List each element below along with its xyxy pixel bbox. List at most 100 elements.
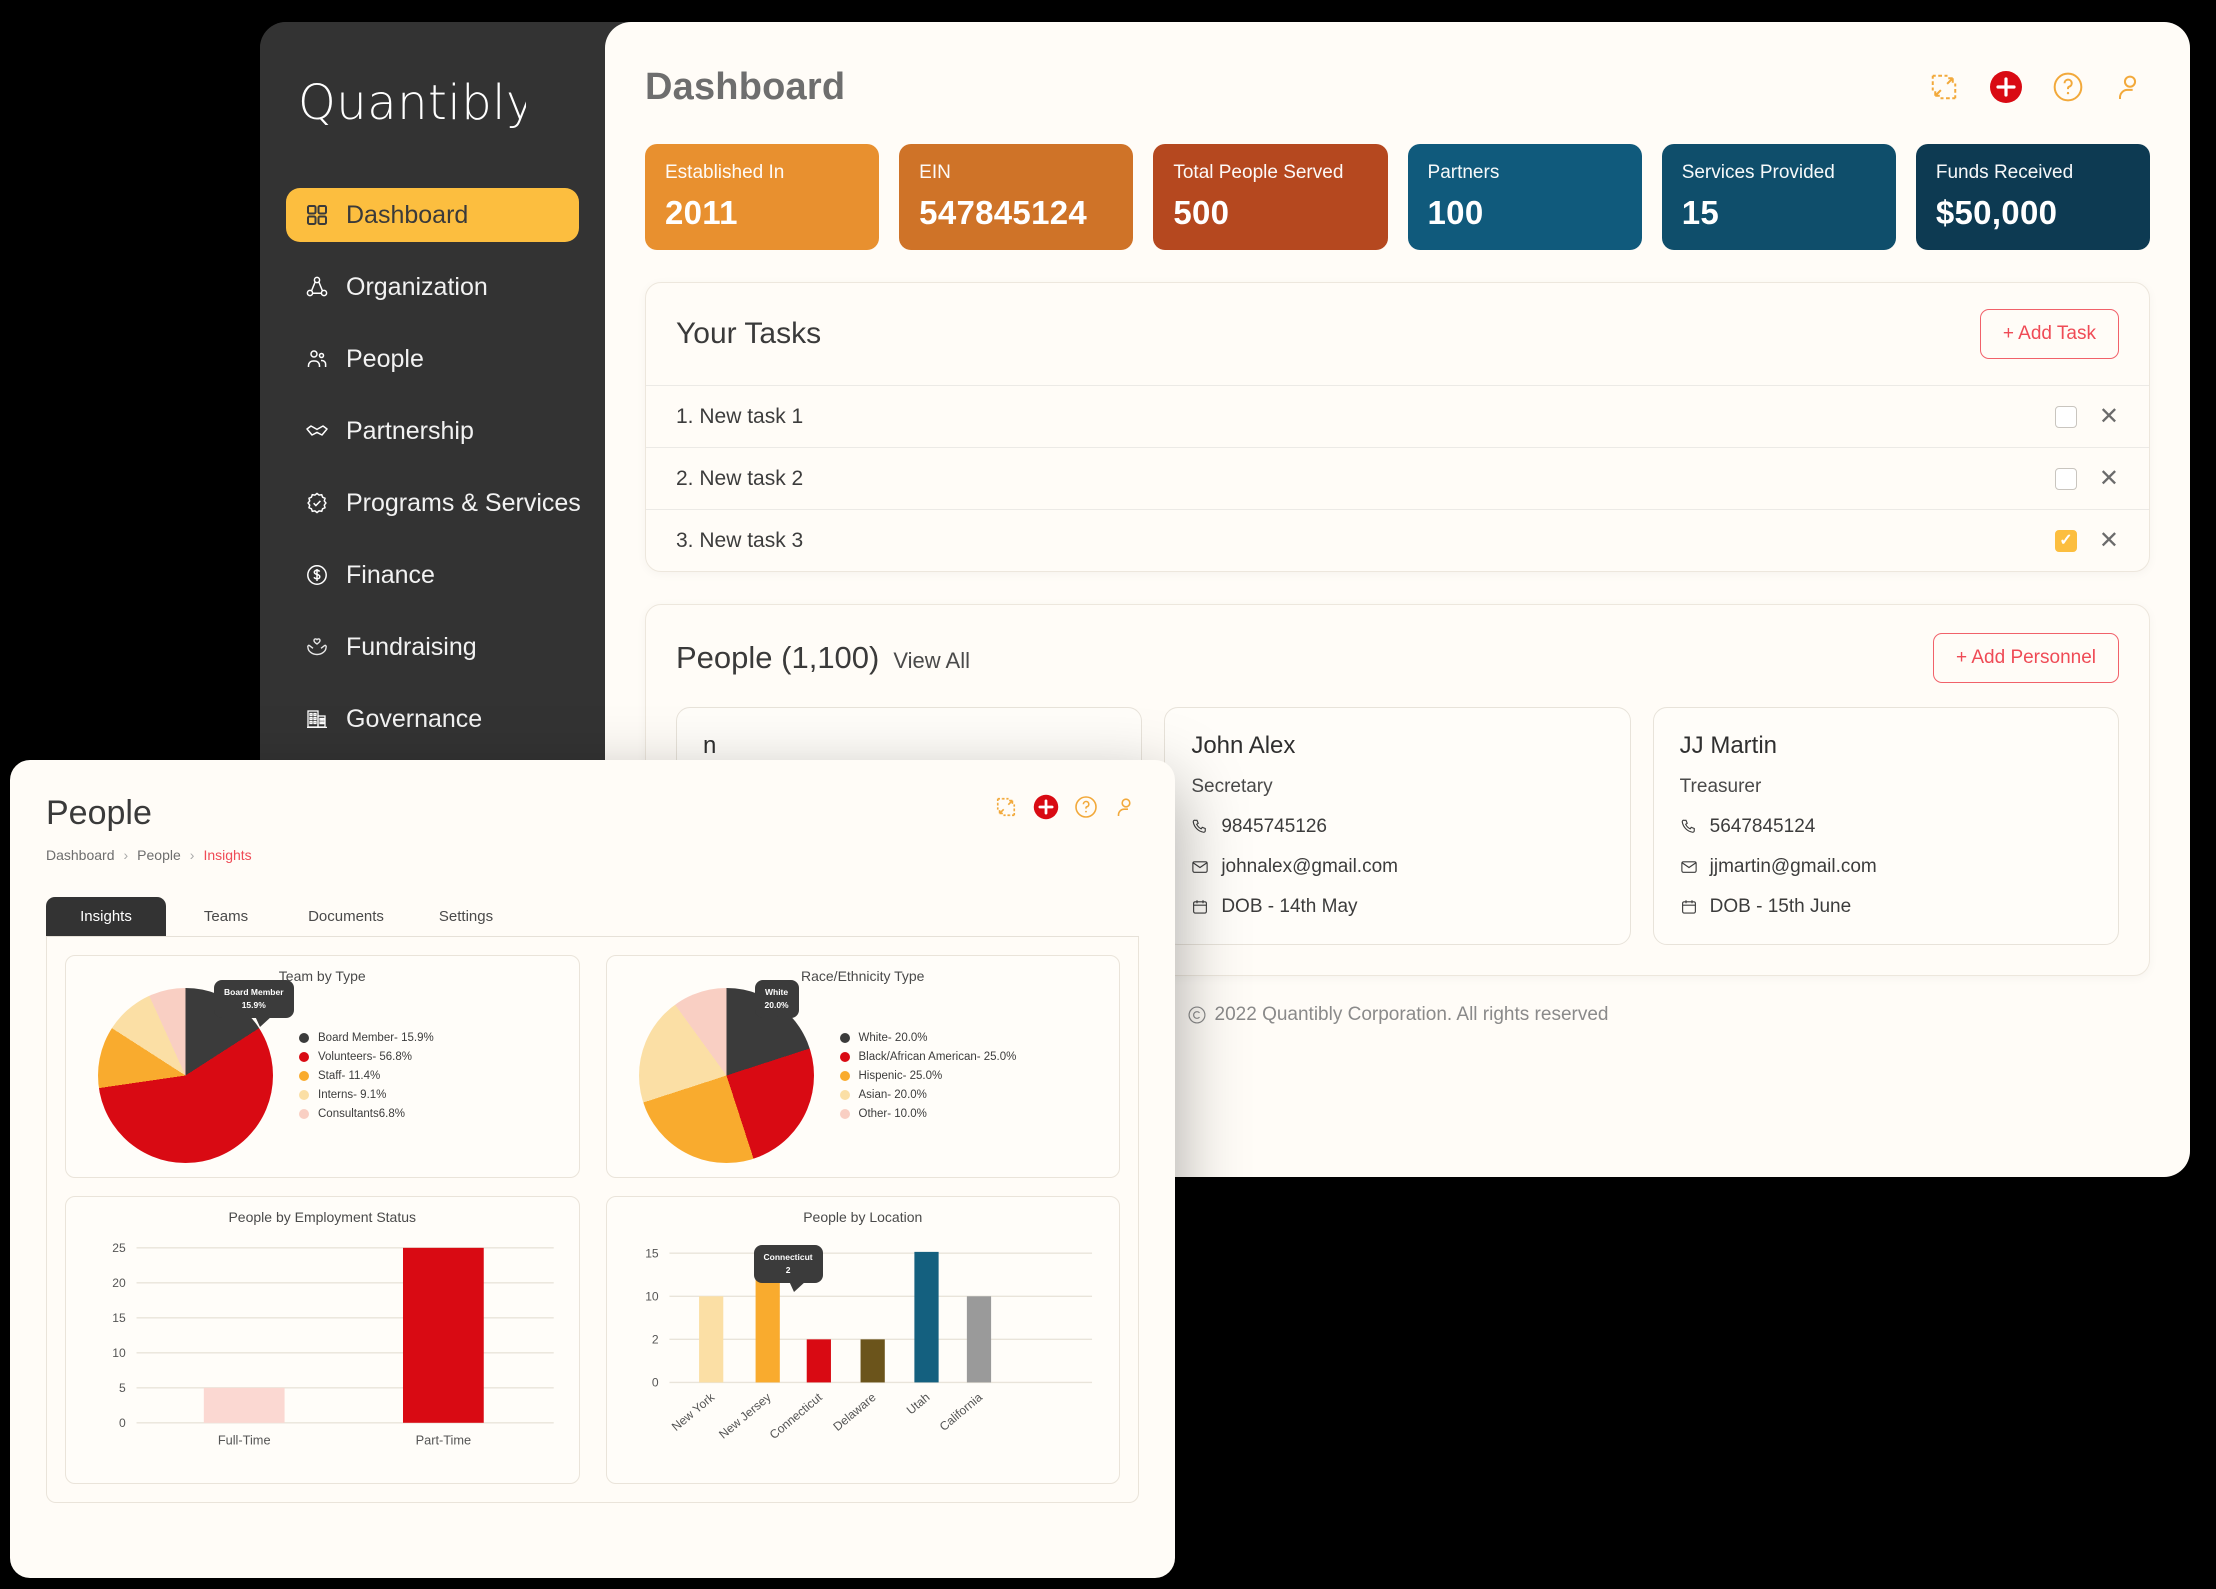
breadcrumb-item-insights[interactable]: Insights (203, 847, 251, 863)
legend-label: Other- 10.0% (858, 1107, 927, 1120)
stat-card-funds-received[interactable]: Funds Received $50,000 (1915, 144, 2151, 250)
bar-california (966, 1296, 991, 1383)
sidebar-item-programs-services[interactable]: Programs & Services (286, 476, 581, 530)
table-row[interactable]: 2. New task 2 ✕ (646, 447, 2149, 509)
add-task-button[interactable]: + Add Task (1979, 309, 2119, 359)
y-tick-label: 2 (651, 1332, 658, 1346)
expand-icon[interactable] (1924, 67, 1964, 107)
help-icon[interactable] (1073, 794, 1099, 820)
stat-label: Funds Received (1935, 162, 2074, 183)
y-tick-label: 10 (112, 1346, 126, 1360)
x-tick-label: Part-Time (416, 1432, 472, 1447)
legend-label: Board Member- 15.9% (318, 1031, 434, 1044)
breadcrumb-item-people[interactable]: People (137, 847, 181, 863)
page-title: People (46, 794, 152, 832)
view-all-link[interactable]: View All (893, 648, 970, 674)
stat-cards: Established In 2011 EIN 547845124 Total … (645, 144, 2151, 250)
task-checkbox[interactable] (2054, 529, 2077, 552)
stat-value: 100 (1427, 194, 1484, 231)
tab-settings[interactable]: Settings (406, 897, 526, 936)
legend-item: Black/African American- 25.0% (839, 1050, 1017, 1063)
legend-label: Volunteers- 56.8% (318, 1050, 412, 1063)
help-icon[interactable] (2048, 67, 2088, 107)
legend-swatch (299, 1051, 309, 1062)
tab-documents[interactable]: Documents (286, 897, 406, 936)
tab-insights[interactable]: Insights (46, 897, 166, 936)
mail-icon (1680, 861, 1697, 873)
sidebar-item-label: Programs & Services (346, 488, 581, 517)
close-icon[interactable]: ✕ (2099, 404, 2119, 429)
table-row[interactable]: 3. New task 3 ✕ (646, 509, 2149, 571)
sidebar-item-people[interactable]: People (286, 332, 579, 386)
y-tick-label: 0 (651, 1375, 658, 1389)
expand-icon[interactable] (993, 794, 1019, 820)
close-icon[interactable]: ✕ (2099, 528, 2119, 553)
close-icon[interactable]: ✕ (2099, 466, 2119, 491)
stat-card-established-in[interactable]: Established In 2011 (645, 144, 880, 250)
chart-annotation: White 20.0% (754, 980, 799, 1026)
page-title: Dashboard (645, 65, 846, 108)
y-tick-label: 20 (112, 1276, 126, 1290)
task-checkbox[interactable] (2054, 405, 2077, 428)
tasks-title: Your Tasks (676, 317, 822, 350)
sidebar-item-organization[interactable]: Organization (286, 260, 579, 314)
y-tick-label: 15 (112, 1311, 126, 1325)
tab-teams[interactable]: Teams (166, 897, 286, 936)
sidebar-item-governance[interactable]: Governance (286, 692, 579, 746)
x-tick-label: Full-Time (218, 1432, 271, 1447)
legend-swatch (839, 1108, 850, 1119)
chart-row-top: Team by Type Board Member 15.9% Board Me… (65, 955, 1120, 1178)
user-icon[interactable] (1113, 794, 1139, 820)
dashboard-topbar: Dashboard (645, 56, 2150, 118)
stat-value: 2011 (665, 194, 738, 231)
stat-card-total-people-served[interactable]: Total People Served 500 (1153, 144, 1388, 250)
grid-icon (304, 202, 330, 228)
person-role: Treasurer (1679, 776, 1762, 797)
person-dob: DOB - 15th June (1680, 896, 2092, 918)
task-label: 2. New task 2 (676, 466, 804, 490)
task-label: 3. New task 3 (676, 528, 804, 552)
dollar-circle-icon (304, 562, 330, 588)
x-tick-label: Delaware (830, 1390, 878, 1434)
add-plus-icon[interactable] (1033, 794, 1059, 820)
person-phone: 5647845124 (1680, 816, 2092, 838)
sidebar-item-label: Partnership (346, 416, 474, 445)
sidebar-item-fundraising[interactable]: Fundraising (286, 620, 579, 674)
person-dob-value: DOB - 14th May (1221, 896, 1358, 917)
bar-utah (913, 1251, 939, 1383)
sidebar-item-partnership[interactable]: Partnership (286, 404, 579, 458)
calendar-icon (1193, 900, 1208, 914)
stat-value: $50,000 (1935, 194, 2058, 231)
annotation-value: 15.9% (241, 999, 266, 1010)
bar-delaware (860, 1339, 885, 1383)
annotation-value: 2 (785, 1264, 791, 1275)
stat-card-partners[interactable]: Partners 100 (1407, 144, 1642, 250)
employment-bar-chart: 25 20 15 10 5 0 Full-Time Part-Time (112, 1241, 554, 1447)
bar-part-time (402, 1247, 484, 1423)
x-tick-label: New Jersey (716, 1390, 774, 1442)
table-row[interactable]: 1. New task 1 ✕ (646, 385, 2149, 447)
add-personnel-button[interactable]: + Add Personnel (1933, 633, 2119, 683)
stat-card-ein[interactable]: EIN 547845124 (899, 144, 1134, 250)
legend-item: Asian- 20.0% (839, 1089, 1017, 1101)
sidebar-item-dashboard[interactable]: Dashboard (286, 188, 579, 242)
breadcrumb-item-dashboard[interactable]: Dashboard (46, 847, 115, 863)
user-icon[interactable] (2110, 67, 2150, 107)
stat-label: Total People Served (1173, 162, 1344, 183)
task-checkbox[interactable] (2054, 467, 2077, 490)
sidebar-nav: Dashboard Organization People Partnershi… (260, 188, 605, 818)
stat-card-services-provided[interactable]: Services Provided 15 (1661, 144, 1896, 250)
people-window: People Dashboard › People › Insights Ins… (10, 760, 1175, 1578)
y-tick-label: 5 (119, 1381, 126, 1395)
legend-label: Black/African American- 25.0% (858, 1050, 1017, 1063)
mail-icon (1192, 861, 1209, 873)
person-card[interactable]: JJ Martin Treasurer 5647845124 jjmartin@… (1652, 707, 2119, 945)
person-card[interactable]: John Alex Secretary 9845745126 johnalex@… (1164, 707, 1631, 945)
legend-item: Hispenic- 25.0% (839, 1070, 1017, 1082)
add-plus-icon[interactable] (1986, 67, 2026, 107)
person-email: jjmartin@gmail.com (1680, 856, 2092, 878)
bar-full-time (203, 1387, 285, 1423)
sidebar-item-finance[interactable]: Finance (286, 548, 579, 602)
chart-legend: White- 20.0% Black/African American- 25.… (839, 1032, 1017, 1120)
y-tick-label: 10 (645, 1289, 659, 1303)
